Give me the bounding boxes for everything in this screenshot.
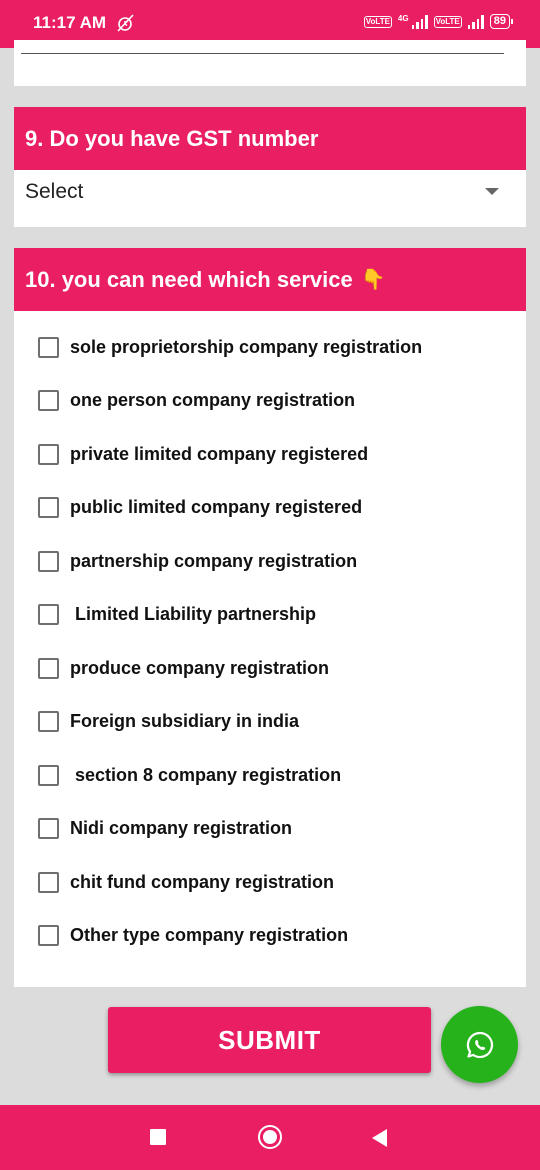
option-label: Nidi company registration — [70, 817, 293, 838]
option-other-type[interactable]: Other type company registration — [38, 920, 348, 950]
service-options-list: sole proprietorship company registration… — [14, 311, 526, 987]
option-label: Other type company registration — [70, 924, 349, 945]
option-label: produce company registration — [70, 657, 330, 678]
checkbox[interactable] — [38, 817, 59, 839]
submit-button-label: SUBMIT — [218, 1024, 321, 1055]
option-partnership[interactable]: partnership company registration — [38, 546, 357, 576]
home-icon[interactable] — [258, 1125, 282, 1149]
volte-icon-2: VoLTE — [433, 15, 462, 28]
navigation-bar — [0, 1105, 540, 1170]
whatsapp-button[interactable] — [441, 1006, 518, 1083]
option-label: Limited Liability partnership — [70, 603, 317, 624]
checkbox[interactable] — [38, 496, 59, 518]
dropdown-arrow-icon — [485, 188, 499, 195]
option-label: partnership company registration — [70, 550, 358, 571]
option-nidi-company[interactable]: Nidi company registration — [38, 813, 292, 843]
option-label: Foreign subsidiary in india — [70, 710, 300, 731]
submit-button[interactable]: SUBMIT — [108, 1007, 431, 1073]
option-label: sole proprietorship company registration — [70, 336, 423, 357]
checkbox[interactable] — [38, 657, 59, 679]
option-one-person-company[interactable]: one person company registration — [38, 385, 355, 415]
question-9-title-text: 9. Do you have GST number — [25, 125, 319, 151]
checkbox[interactable] — [38, 336, 59, 358]
option-label: chit fund company registration — [70, 871, 335, 892]
option-private-limited[interactable]: private limited company registered — [38, 439, 368, 469]
option-label: one person company registration — [70, 389, 356, 410]
question-10-title: 10. you can need which service 👇 — [14, 248, 526, 311]
checkbox[interactable] — [38, 764, 59, 786]
option-producer-company[interactable]: produce company registration — [38, 653, 329, 683]
gst-select-dropdown[interactable]: Select — [14, 170, 526, 227]
signal-icon — [411, 14, 428, 29]
checkbox[interactable] — [38, 550, 59, 572]
question-10-title-text: 10. you can need which service — [25, 266, 353, 292]
checkbox[interactable] — [38, 603, 59, 625]
pointing-down-hand-icon: 👇 — [360, 269, 386, 291]
alarm-off-icon — [117, 14, 134, 32]
volte-icon: VoLTE — [363, 15, 392, 28]
option-public-limited[interactable]: public limited company registered — [38, 492, 362, 522]
input-underline — [21, 53, 504, 54]
option-llp[interactable]: Limited Liability partnership — [38, 599, 316, 629]
option-label: public limited company registered — [70, 496, 363, 517]
signal-icon-2 — [467, 14, 484, 29]
checkbox[interactable] — [38, 710, 59, 732]
battery-icon: 89 — [489, 14, 514, 29]
back-icon[interactable] — [372, 1129, 387, 1147]
option-sole-proprietorship[interactable]: sole proprietorship company registration — [38, 332, 422, 362]
gst-select-value: Select — [25, 180, 84, 203]
question-9-title: 9. Do you have GST number — [14, 107, 526, 170]
option-label: private limited company registered — [70, 443, 369, 464]
checkbox[interactable] — [38, 871, 59, 893]
whatsapp-icon — [466, 1031, 493, 1058]
option-chit-fund[interactable]: chit fund company registration — [38, 867, 334, 897]
checkbox[interactable] — [38, 389, 59, 411]
checkbox[interactable] — [38, 924, 59, 946]
status-time: 11:17 AM — [33, 13, 107, 32]
checkbox[interactable] — [38, 443, 59, 465]
recent-apps-icon[interactable] — [150, 1129, 166, 1145]
network-type: 4G — [397, 14, 409, 23]
option-label: section 8 company registration — [70, 764, 342, 785]
option-foreign-subsidiary[interactable]: Foreign subsidiary in india — [38, 706, 299, 736]
option-section-8[interactable]: section 8 company registration — [38, 760, 341, 790]
previous-question-field[interactable] — [14, 40, 526, 86]
